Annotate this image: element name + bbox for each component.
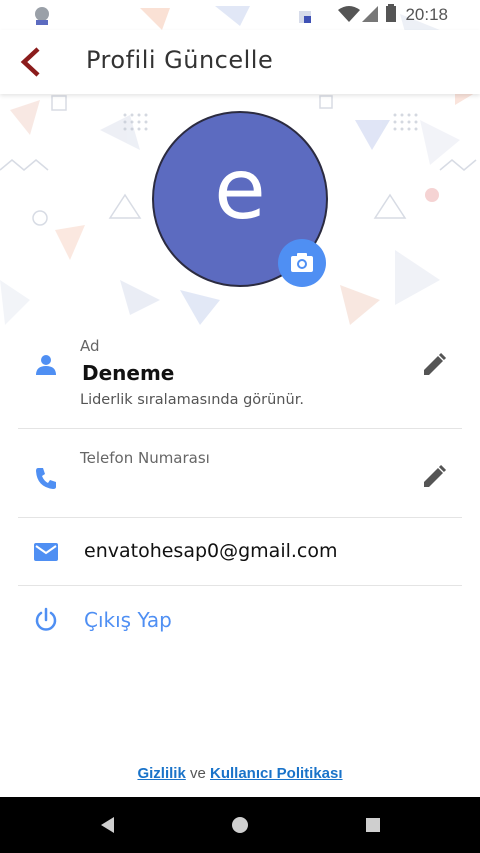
name-value: Deneme: [82, 361, 175, 385]
change-photo-button[interactable]: [278, 239, 326, 287]
chevron-left-icon: [20, 47, 40, 77]
camera-icon: [291, 253, 313, 272]
email-icon: [34, 543, 58, 561]
page-title: Profili Güncelle: [86, 46, 274, 74]
nav-home-icon[interactable]: [228, 813, 252, 837]
app-bar: Profili Güncelle: [0, 30, 480, 94]
battery-icon: [386, 4, 396, 22]
notification-icon: [35, 7, 49, 25]
status-time: 20:18: [405, 5, 448, 24]
user-policy-link[interactable]: Kullanıcı Politikası: [210, 765, 343, 782]
status-bar: 20:18: [0, 0, 480, 30]
edit-name-button[interactable]: [420, 351, 448, 379]
signal-icon: [362, 6, 378, 22]
wifi-icon: [338, 6, 360, 22]
name-label: Ad: [80, 337, 100, 355]
person-icon: [36, 355, 56, 375]
app-indicator-icon: [299, 11, 311, 23]
edit-phone-button[interactable]: [420, 463, 448, 491]
nav-recents-icon[interactable]: [361, 813, 385, 837]
email-value: envatohesap0@gmail.com: [84, 540, 338, 562]
navigation-bar: [0, 797, 480, 853]
phone-label: Telefon Numarası: [80, 449, 210, 467]
privacy-link[interactable]: Gizlilik: [137, 765, 185, 782]
divider: [18, 517, 462, 518]
nav-back-icon[interactable]: [96, 813, 120, 837]
footer-links: Gizlilik ve Kullanıcı Politikası: [0, 765, 480, 782]
divider: [18, 428, 462, 429]
footer-conjunction: ve: [189, 765, 206, 782]
divider: [18, 585, 462, 586]
logout-button[interactable]: Çıkış Yap: [84, 608, 172, 632]
back-button[interactable]: [14, 44, 50, 80]
phone-icon: [36, 468, 56, 489]
power-icon: [35, 607, 57, 631]
avatar-initial: e: [214, 140, 266, 238]
name-hint: Liderlik sıralamasında görünür.: [80, 392, 304, 408]
